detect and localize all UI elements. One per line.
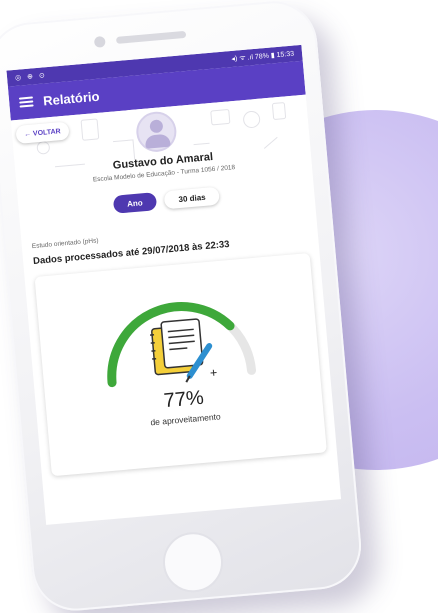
status-left-icons: ◎ ⊕ ⊙ <box>14 72 48 82</box>
performance-gauge <box>107 302 257 388</box>
promo-stage: ◎ ⊕ ⊙ ◂) ᯤ .ıl 78% ▮ 15:33 Relatório ← V… <box>0 0 438 613</box>
earpiece-speaker <box>115 30 187 44</box>
menu-icon[interactable] <box>18 96 34 108</box>
phone-mockup: ◎ ⊕ ⊙ ◂) ᯤ .ıl 78% ▮ 15:33 Relatório ← V… <box>0 0 385 613</box>
home-button[interactable] <box>160 529 226 595</box>
performance-card: 77% de aproveitamento <box>34 252 327 477</box>
front-camera <box>93 35 106 48</box>
back-button-label: ← VOLTAR <box>23 127 61 138</box>
period-option-30-days[interactable]: 30 dias <box>163 186 221 210</box>
period-option-year[interactable]: Ano <box>112 192 158 214</box>
phone-body: ◎ ⊕ ⊙ ◂) ᯤ .ıl 78% ▮ 15:33 Relatório ← V… <box>0 0 365 613</box>
app-screen: ◎ ⊕ ⊙ ◂) ᯤ .ıl 78% ▮ 15:33 Relatório ← V… <box>6 44 342 525</box>
page-title: Relatório <box>42 88 100 109</box>
notebook-pen-icon <box>149 318 217 383</box>
